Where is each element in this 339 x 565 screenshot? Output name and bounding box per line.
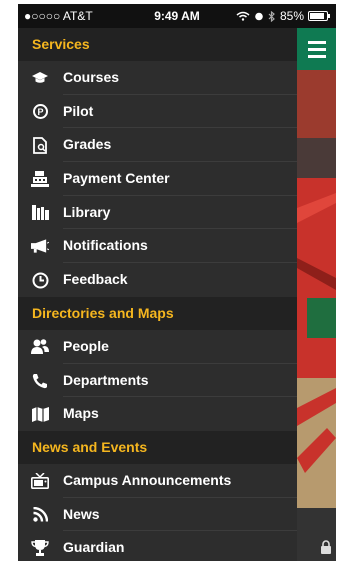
alarm-icon (255, 12, 263, 21)
wifi-icon (236, 11, 250, 21)
menu-item-label: Feedback (63, 271, 128, 288)
lock-icon (321, 540, 331, 554)
menu-item-label: Campus Announcements (63, 471, 232, 488)
phone-screen: ●○○○○ AT&T 9:49 AM 85% Services Courses P P… (18, 4, 336, 561)
people-icon (31, 338, 49, 356)
menu-item-news[interactable]: News (18, 498, 297, 532)
menu-item-feedback[interactable]: Feedback (18, 263, 297, 297)
menu-item-label: News (63, 505, 100, 522)
menu-item-label: People (63, 337, 109, 354)
svg-text:P: P (37, 107, 43, 117)
graduation-cap-icon (31, 69, 49, 87)
menu-item-label: Library (63, 203, 111, 220)
menu-item-label: Notifications (63, 237, 148, 254)
battery-icon (308, 11, 330, 21)
menu-item-guardian[interactable]: Guardian (18, 531, 297, 561)
cash-register-icon (31, 170, 49, 188)
status-bar: ●○○○○ AT&T 9:49 AM 85% (18, 4, 336, 28)
menu-item-grades[interactable]: Grades (18, 128, 297, 162)
menu-item-campus-announcements[interactable]: Campus Announcements (18, 464, 297, 498)
bluetooth-icon (268, 10, 275, 22)
section-header: Directories and Maps (18, 296, 297, 330)
books-icon (31, 204, 49, 222)
tv-icon (31, 472, 49, 490)
menu-item-departments[interactable]: Departments (18, 364, 297, 398)
rss-icon (31, 506, 49, 524)
menu-item-courses[interactable]: Courses (18, 61, 297, 95)
menu-item-label: Payment Center (63, 170, 170, 187)
menu-item-label: Maps (63, 405, 99, 422)
background-photo (297, 28, 336, 561)
menu-item-maps[interactable]: Maps (18, 397, 297, 431)
menu-item-people[interactable]: People (18, 330, 297, 364)
hamburger-menu-button[interactable] (297, 28, 336, 70)
trophy-icon (31, 539, 49, 557)
phone-icon (31, 372, 49, 390)
menu-item-library[interactable]: Library (18, 196, 297, 230)
battery-percent: 85% (279, 9, 304, 23)
clock-icon (31, 271, 49, 289)
menu-item-label: Pilot (63, 102, 94, 119)
menu-item-label: Courses (63, 69, 120, 85)
megaphone-icon (31, 237, 49, 255)
pilot-p-icon: P (31, 103, 49, 121)
menu-item-label: Grades (63, 136, 112, 153)
menu-item-pilot[interactable]: P Pilot (18, 95, 297, 129)
grades-document-icon (31, 136, 49, 154)
menu-item-notifications[interactable]: Notifications (18, 229, 297, 263)
menu-item-label: Departments (63, 371, 149, 388)
navigation-drawer: Services Courses P Pilot Grades Payment Cente… (18, 28, 297, 561)
menu-item-payment-center[interactable]: Payment Center (18, 162, 297, 196)
menu-item-label: Guardian (63, 539, 125, 556)
section-header: Services (18, 28, 297, 61)
section-header: News and Events (18, 430, 297, 464)
map-icon (31, 405, 49, 423)
sculpture-photo (297, 28, 336, 561)
